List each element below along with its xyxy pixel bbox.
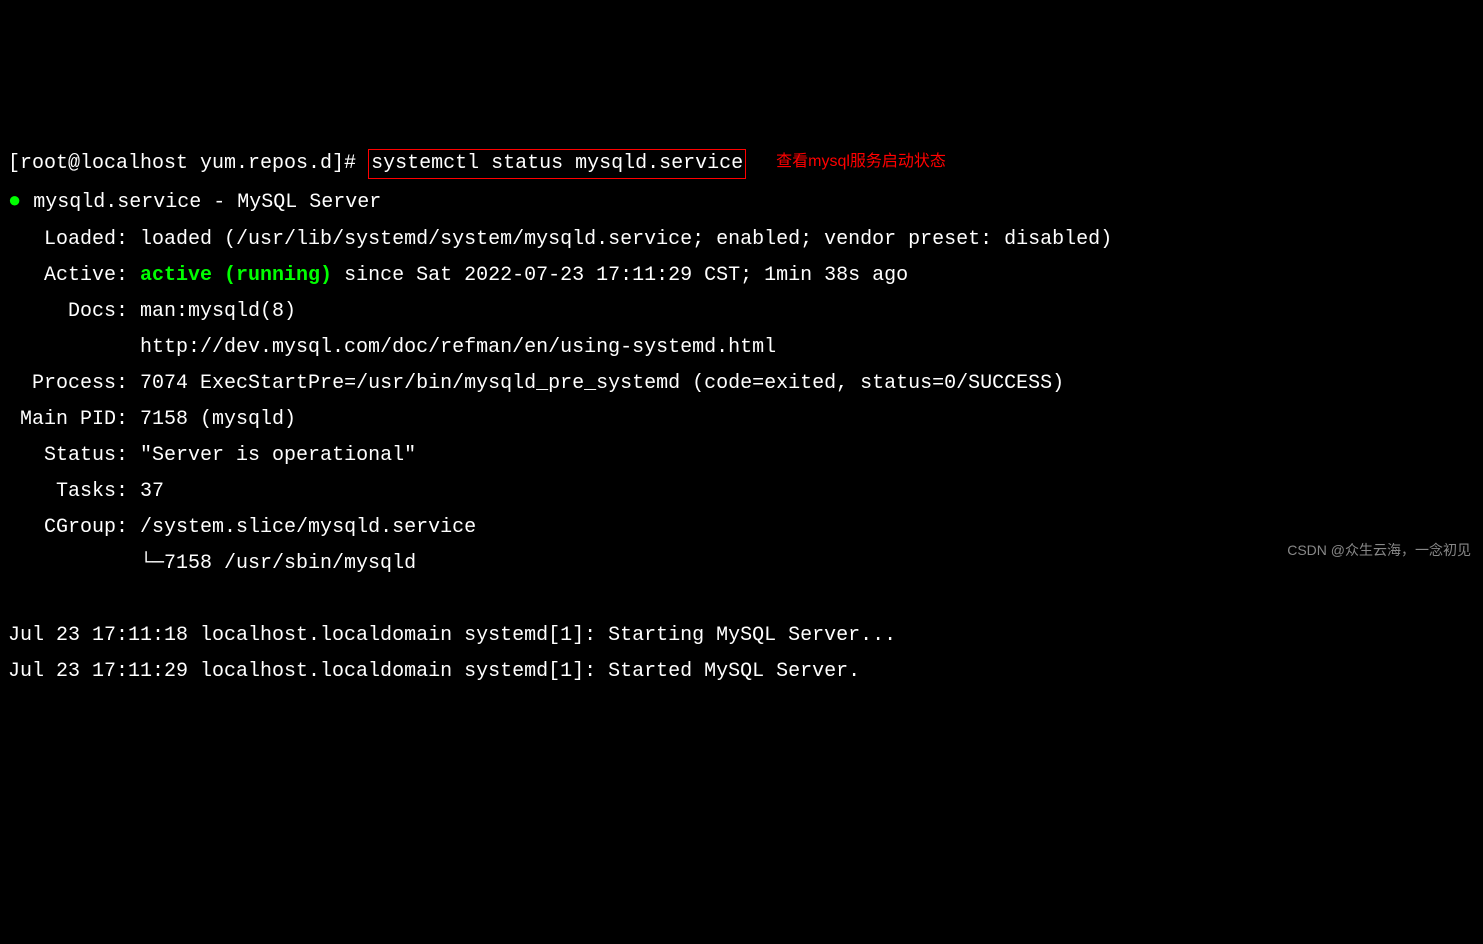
cgroup-value: /system.slice/mysqld.service	[140, 516, 476, 539]
log-line-1: Jul 23 17:11:18 localhost.localdomain sy…	[8, 624, 896, 647]
loaded-label: Loaded:	[8, 228, 140, 251]
loaded-value: loaded (/usr/lib/systemd/system/mysqld.s…	[140, 228, 1112, 251]
status-label: Status:	[8, 444, 140, 467]
watermark-text: CSDN @众生云海，一念初见	[1287, 538, 1471, 563]
active-since: since Sat 2022-07-23 17:11:29 CST; 1min …	[332, 264, 908, 287]
process-label: Process:	[8, 372, 140, 395]
service-name-line: mysqld.service - MySQL Server	[33, 191, 381, 214]
mainpid-label: Main PID:	[8, 408, 140, 431]
command-highlight-box: systemctl status mysqld.service	[368, 149, 746, 179]
log-line-2: Jul 23 17:11:29 localhost.localdomain sy…	[8, 660, 860, 683]
tasks-value: 37	[140, 480, 164, 503]
mainpid-value: 7158 (mysqld)	[140, 408, 296, 431]
status-value: "Server is operational"	[140, 444, 416, 467]
annotation-text: 查看mysql服务启动状态	[776, 148, 946, 177]
docs-line1: man:mysqld(8)	[140, 300, 296, 323]
status-bullet-icon: ●	[8, 189, 21, 214]
terminal-output[interactable]: [root@localhost yum.repos.d]# systemctl …	[0, 144, 1483, 692]
active-label: Active:	[8, 264, 140, 287]
active-status: active (running)	[140, 264, 332, 287]
docs-line2: http://dev.mysql.com/doc/refman/en/using…	[8, 336, 776, 359]
docs-label: Docs:	[8, 300, 140, 323]
shell-prompt: [root@localhost yum.repos.d]#	[8, 152, 368, 175]
process-value: 7074 ExecStartPre=/usr/bin/mysqld_pre_sy…	[140, 372, 1064, 395]
tasks-label: Tasks:	[8, 480, 140, 503]
cgroup-child: └─7158 /usr/sbin/mysqld	[8, 552, 416, 575]
cgroup-label: CGroup:	[8, 516, 140, 539]
